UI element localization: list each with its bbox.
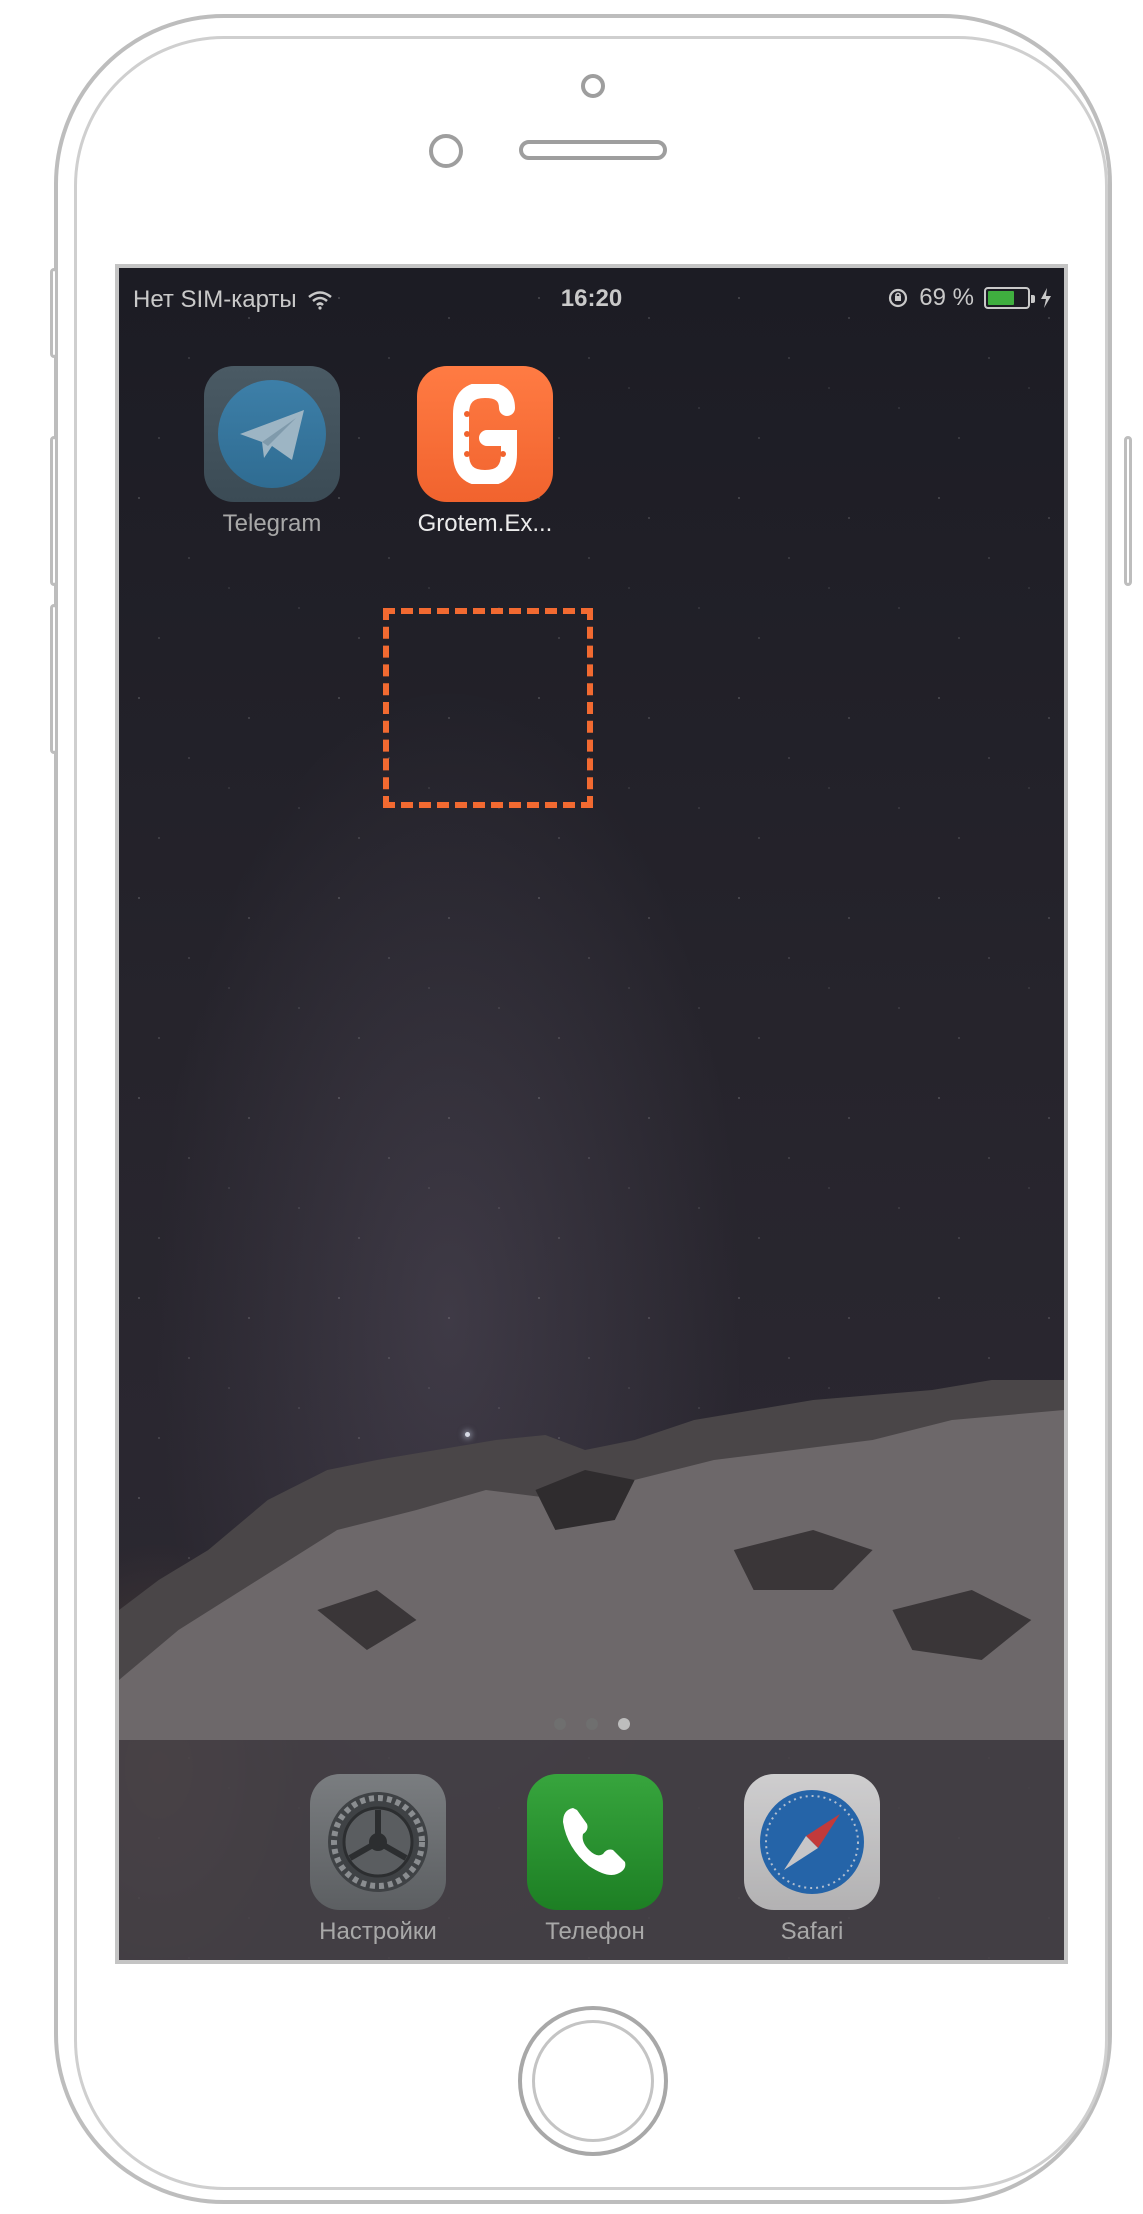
home-button[interactable] (518, 2006, 668, 2156)
page-indicator[interactable] (119, 1718, 1064, 1730)
highlight-dashed-frame (383, 608, 593, 808)
battery-fill (988, 291, 1015, 305)
front-camera (581, 74, 605, 98)
grotem-icon (417, 366, 553, 502)
charging-bolt-icon (1041, 288, 1051, 308)
telegram-icon (204, 366, 340, 502)
status-right: 69 % (887, 284, 1052, 312)
status-bar: Нет SIM-карты 16:20 69 % (119, 268, 1064, 322)
settings-gear-icon (310, 1774, 446, 1910)
dock-app-safari[interactable]: Safari (732, 1774, 892, 1946)
battery-icon (984, 287, 1035, 309)
volume-down-button (50, 604, 58, 754)
power-button (1124, 436, 1132, 586)
wallpaper-mountains (119, 1380, 1064, 1740)
dock: Настройки Телефон Safari (119, 1740, 1064, 1960)
dock-app-phone[interactable]: Телефон (515, 1774, 675, 1946)
safari-compass-icon (744, 1774, 880, 1910)
dock-label-safari: Safari (780, 1918, 844, 1945)
app-label-grotem: Grotem.Ex... (417, 510, 553, 537)
earpiece-speaker (519, 140, 667, 160)
page-dot (553, 1718, 566, 1730)
app-telegram[interactable]: Telegram (192, 366, 352, 538)
battery-percent: 69 % (919, 284, 974, 311)
page-dot (585, 1718, 598, 1730)
proximity-sensor (429, 134, 463, 168)
phone-handset-icon (527, 1774, 663, 1910)
page-dot-active (617, 1718, 630, 1730)
app-grotem[interactable]: Grotem.Ex... (405, 366, 565, 538)
dock-app-settings[interactable]: Настройки (298, 1774, 458, 1946)
battery-tip (1031, 295, 1035, 303)
home-screen: Нет SIM-карты 16:20 69 % Telegram Grotem… (115, 264, 1068, 1964)
orientation-lock-icon (889, 288, 908, 308)
mute-switch (50, 268, 58, 358)
dock-label-settings: Настройки (319, 1918, 437, 1945)
volume-up-button (50, 436, 58, 586)
dock-label-phone: Телефон (545, 1918, 645, 1945)
app-label-telegram: Telegram (222, 510, 322, 537)
